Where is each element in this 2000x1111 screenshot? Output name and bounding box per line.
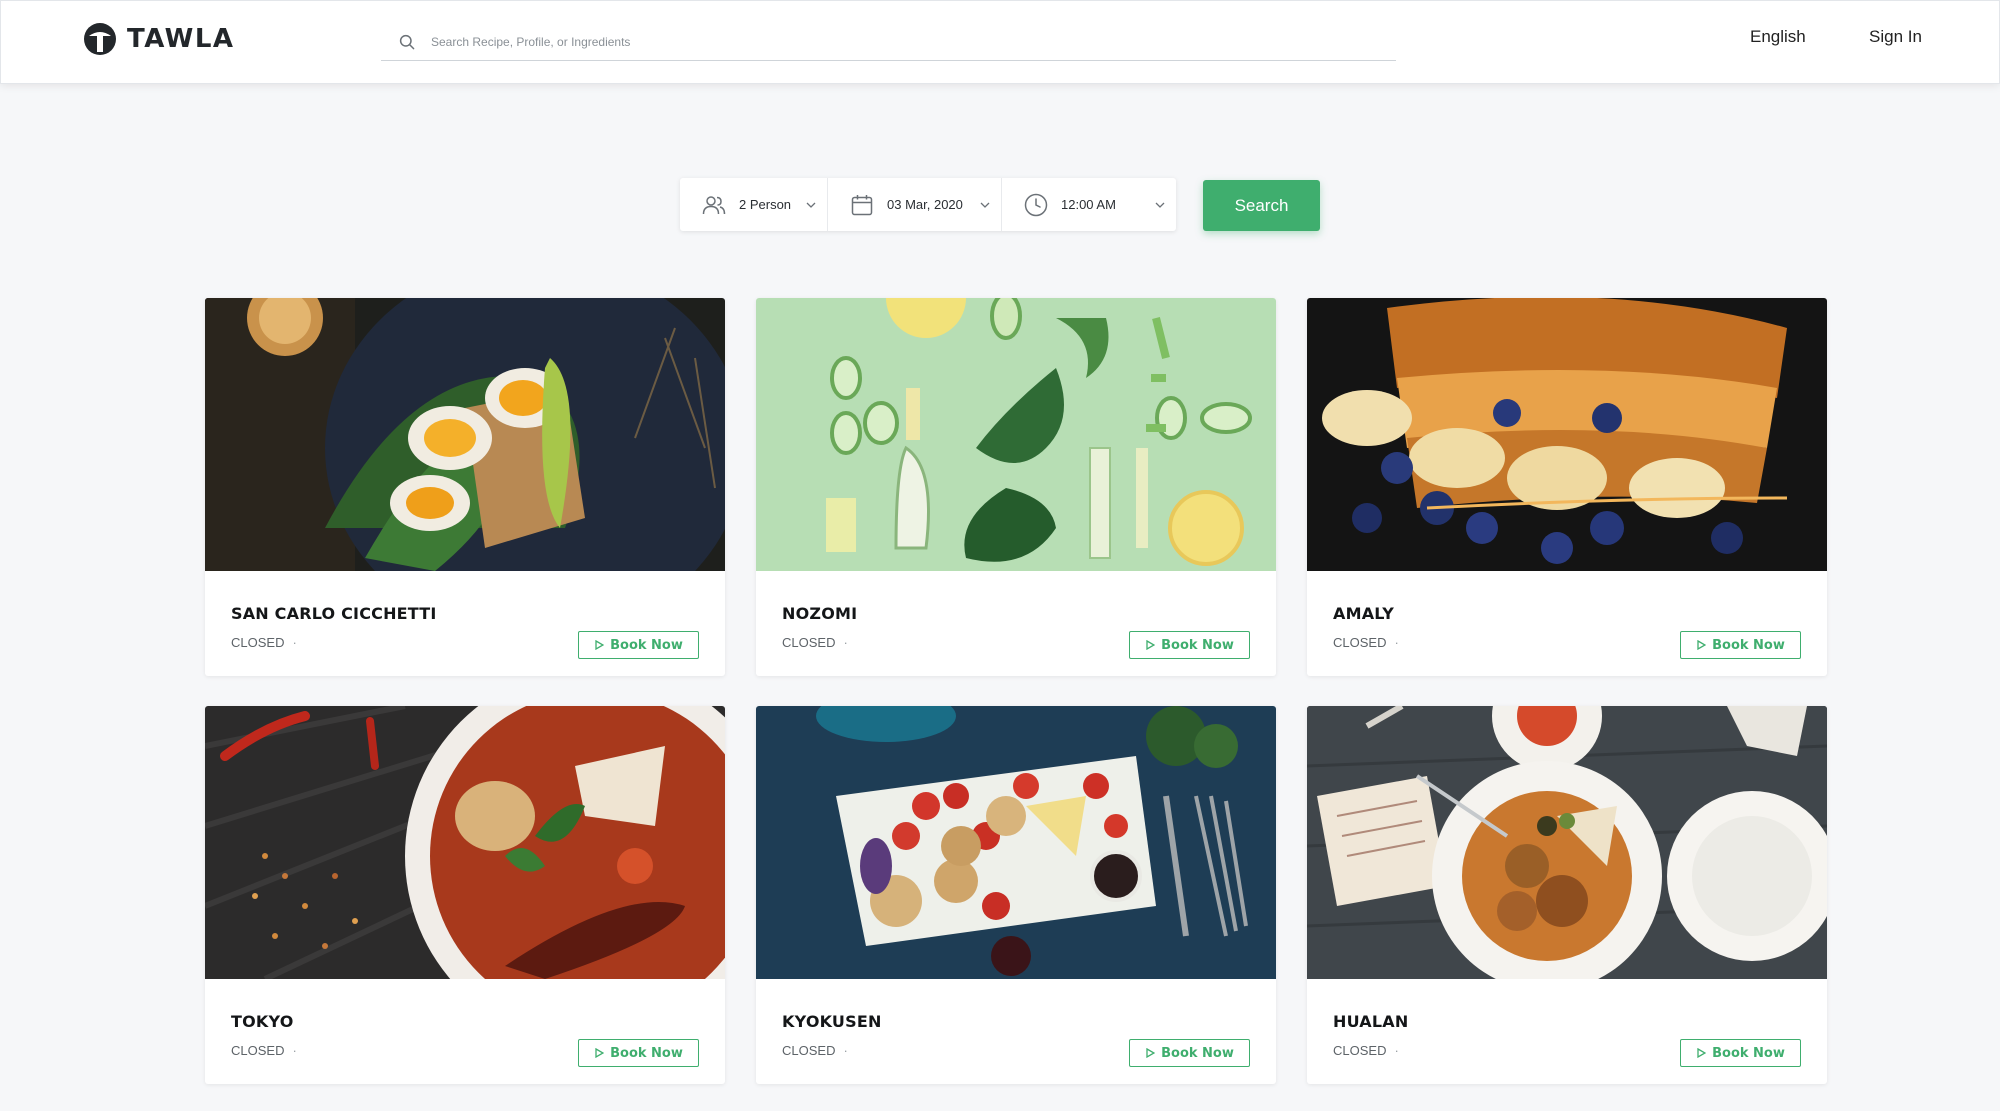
status-label: CLOSED · bbox=[782, 635, 848, 650]
curry-bowl-photo bbox=[205, 706, 725, 979]
book-now-label: Book Now bbox=[1161, 637, 1234, 653]
play-icon bbox=[1145, 1048, 1155, 1058]
play-icon bbox=[594, 640, 604, 650]
restaurant-grid: SAN CARLO CICCHETTI CLOSED · Book Now NO… bbox=[205, 298, 1827, 1086]
restaurant-name: AMALY bbox=[1333, 604, 1394, 623]
restaurant-card[interactable]: HUALAN CLOSED · Book Now bbox=[1307, 706, 1827, 1084]
status-text: CLOSED bbox=[1333, 1043, 1387, 1058]
people-icon bbox=[701, 192, 727, 218]
book-now-button[interactable]: Book Now bbox=[1680, 631, 1801, 659]
language-selector[interactable]: English bbox=[1750, 27, 1806, 47]
play-icon bbox=[1696, 640, 1706, 650]
play-icon bbox=[1696, 1048, 1706, 1058]
book-now-button[interactable]: Book Now bbox=[578, 1039, 699, 1067]
restaurant-card[interactable]: KYOKUSEN CLOSED · Book Now bbox=[756, 706, 1276, 1084]
status-text: CLOSED bbox=[231, 635, 285, 650]
status-text: CLOSED bbox=[782, 635, 836, 650]
book-now-button[interactable]: Book Now bbox=[1129, 1039, 1250, 1067]
french-toast-berries-photo bbox=[1307, 298, 1827, 571]
book-now-label: Book Now bbox=[1161, 1045, 1234, 1061]
search-icon bbox=[397, 32, 417, 52]
status-label: CLOSED · bbox=[1333, 635, 1399, 650]
top-navbar: TAWLA English Sign In bbox=[0, 0, 2000, 84]
restaurant-card[interactable]: NOZOMI CLOSED · Book Now bbox=[756, 298, 1276, 676]
status-dot: · bbox=[292, 635, 297, 650]
search-input[interactable] bbox=[431, 26, 1331, 57]
booking-bar: 2 Person 03 Mar, 2020 12:00 AM bbox=[680, 178, 1176, 231]
global-search bbox=[381, 23, 1396, 61]
time-value: 12:00 AM bbox=[1061, 197, 1116, 212]
meatball-plate-photo bbox=[1307, 706, 1827, 979]
play-icon bbox=[594, 1048, 604, 1058]
persons-value: 2 Person bbox=[739, 197, 792, 212]
clock-icon bbox=[1023, 192, 1049, 218]
restaurant-name: HUALAN bbox=[1333, 1012, 1409, 1031]
book-now-label: Book Now bbox=[1712, 1045, 1785, 1061]
brand-name: TAWLA bbox=[127, 24, 235, 54]
restaurant-card[interactable]: AMALY CLOSED · Book Now bbox=[1307, 298, 1827, 676]
status-label: CLOSED · bbox=[231, 635, 297, 650]
status-label: CLOSED · bbox=[231, 1043, 297, 1058]
book-now-button[interactable]: Book Now bbox=[1680, 1039, 1801, 1067]
status-dot: · bbox=[843, 635, 848, 650]
status-text: CLOSED bbox=[231, 1043, 285, 1058]
status-text: CLOSED bbox=[1333, 635, 1387, 650]
status-label: CLOSED · bbox=[1333, 1043, 1399, 1058]
book-now-button[interactable]: Book Now bbox=[578, 631, 699, 659]
status-dot: · bbox=[1394, 635, 1399, 650]
chevron-down-icon bbox=[1154, 199, 1166, 211]
restaurant-name: TOKYO bbox=[231, 1012, 294, 1031]
logo-icon bbox=[83, 22, 117, 56]
restaurant-name: KYOKUSEN bbox=[782, 1012, 882, 1031]
play-icon bbox=[1145, 640, 1155, 650]
status-dot: · bbox=[843, 1043, 848, 1058]
restaurant-card[interactable]: TOKYO CLOSED · Book Now bbox=[205, 706, 725, 1084]
book-now-label: Book Now bbox=[610, 637, 683, 653]
restaurant-card[interactable]: SAN CARLO CICCHETTI CLOSED · Book Now bbox=[205, 298, 725, 676]
sign-in-link[interactable]: Sign In bbox=[1869, 27, 1922, 47]
chevron-down-icon bbox=[979, 199, 991, 211]
status-label: CLOSED · bbox=[782, 1043, 848, 1058]
book-now-button[interactable]: Book Now bbox=[1129, 631, 1250, 659]
status-dot: · bbox=[1394, 1043, 1399, 1058]
book-now-label: Book Now bbox=[1712, 637, 1785, 653]
egg-avocado-toast-photo bbox=[205, 298, 725, 571]
date-picker[interactable]: 03 Mar, 2020 bbox=[828, 178, 1002, 231]
brand-logo[interactable]: TAWLA bbox=[83, 21, 235, 57]
persons-dropdown[interactable]: 2 Person bbox=[680, 178, 828, 231]
book-now-label: Book Now bbox=[610, 1045, 683, 1061]
restaurant-name: SAN CARLO CICCHETTI bbox=[231, 604, 437, 623]
chevron-down-icon bbox=[805, 199, 817, 211]
status-text: CLOSED bbox=[782, 1043, 836, 1058]
calendar-icon bbox=[849, 192, 875, 218]
sliced-vegetables-photo bbox=[756, 298, 1276, 571]
cheese-board-photo bbox=[756, 706, 1276, 979]
date-value: 03 Mar, 2020 bbox=[887, 197, 963, 212]
status-dot: · bbox=[292, 1043, 297, 1058]
time-picker[interactable]: 12:00 AM bbox=[1002, 178, 1176, 231]
search-button[interactable]: Search bbox=[1203, 180, 1320, 231]
restaurant-name: NOZOMI bbox=[782, 604, 858, 623]
